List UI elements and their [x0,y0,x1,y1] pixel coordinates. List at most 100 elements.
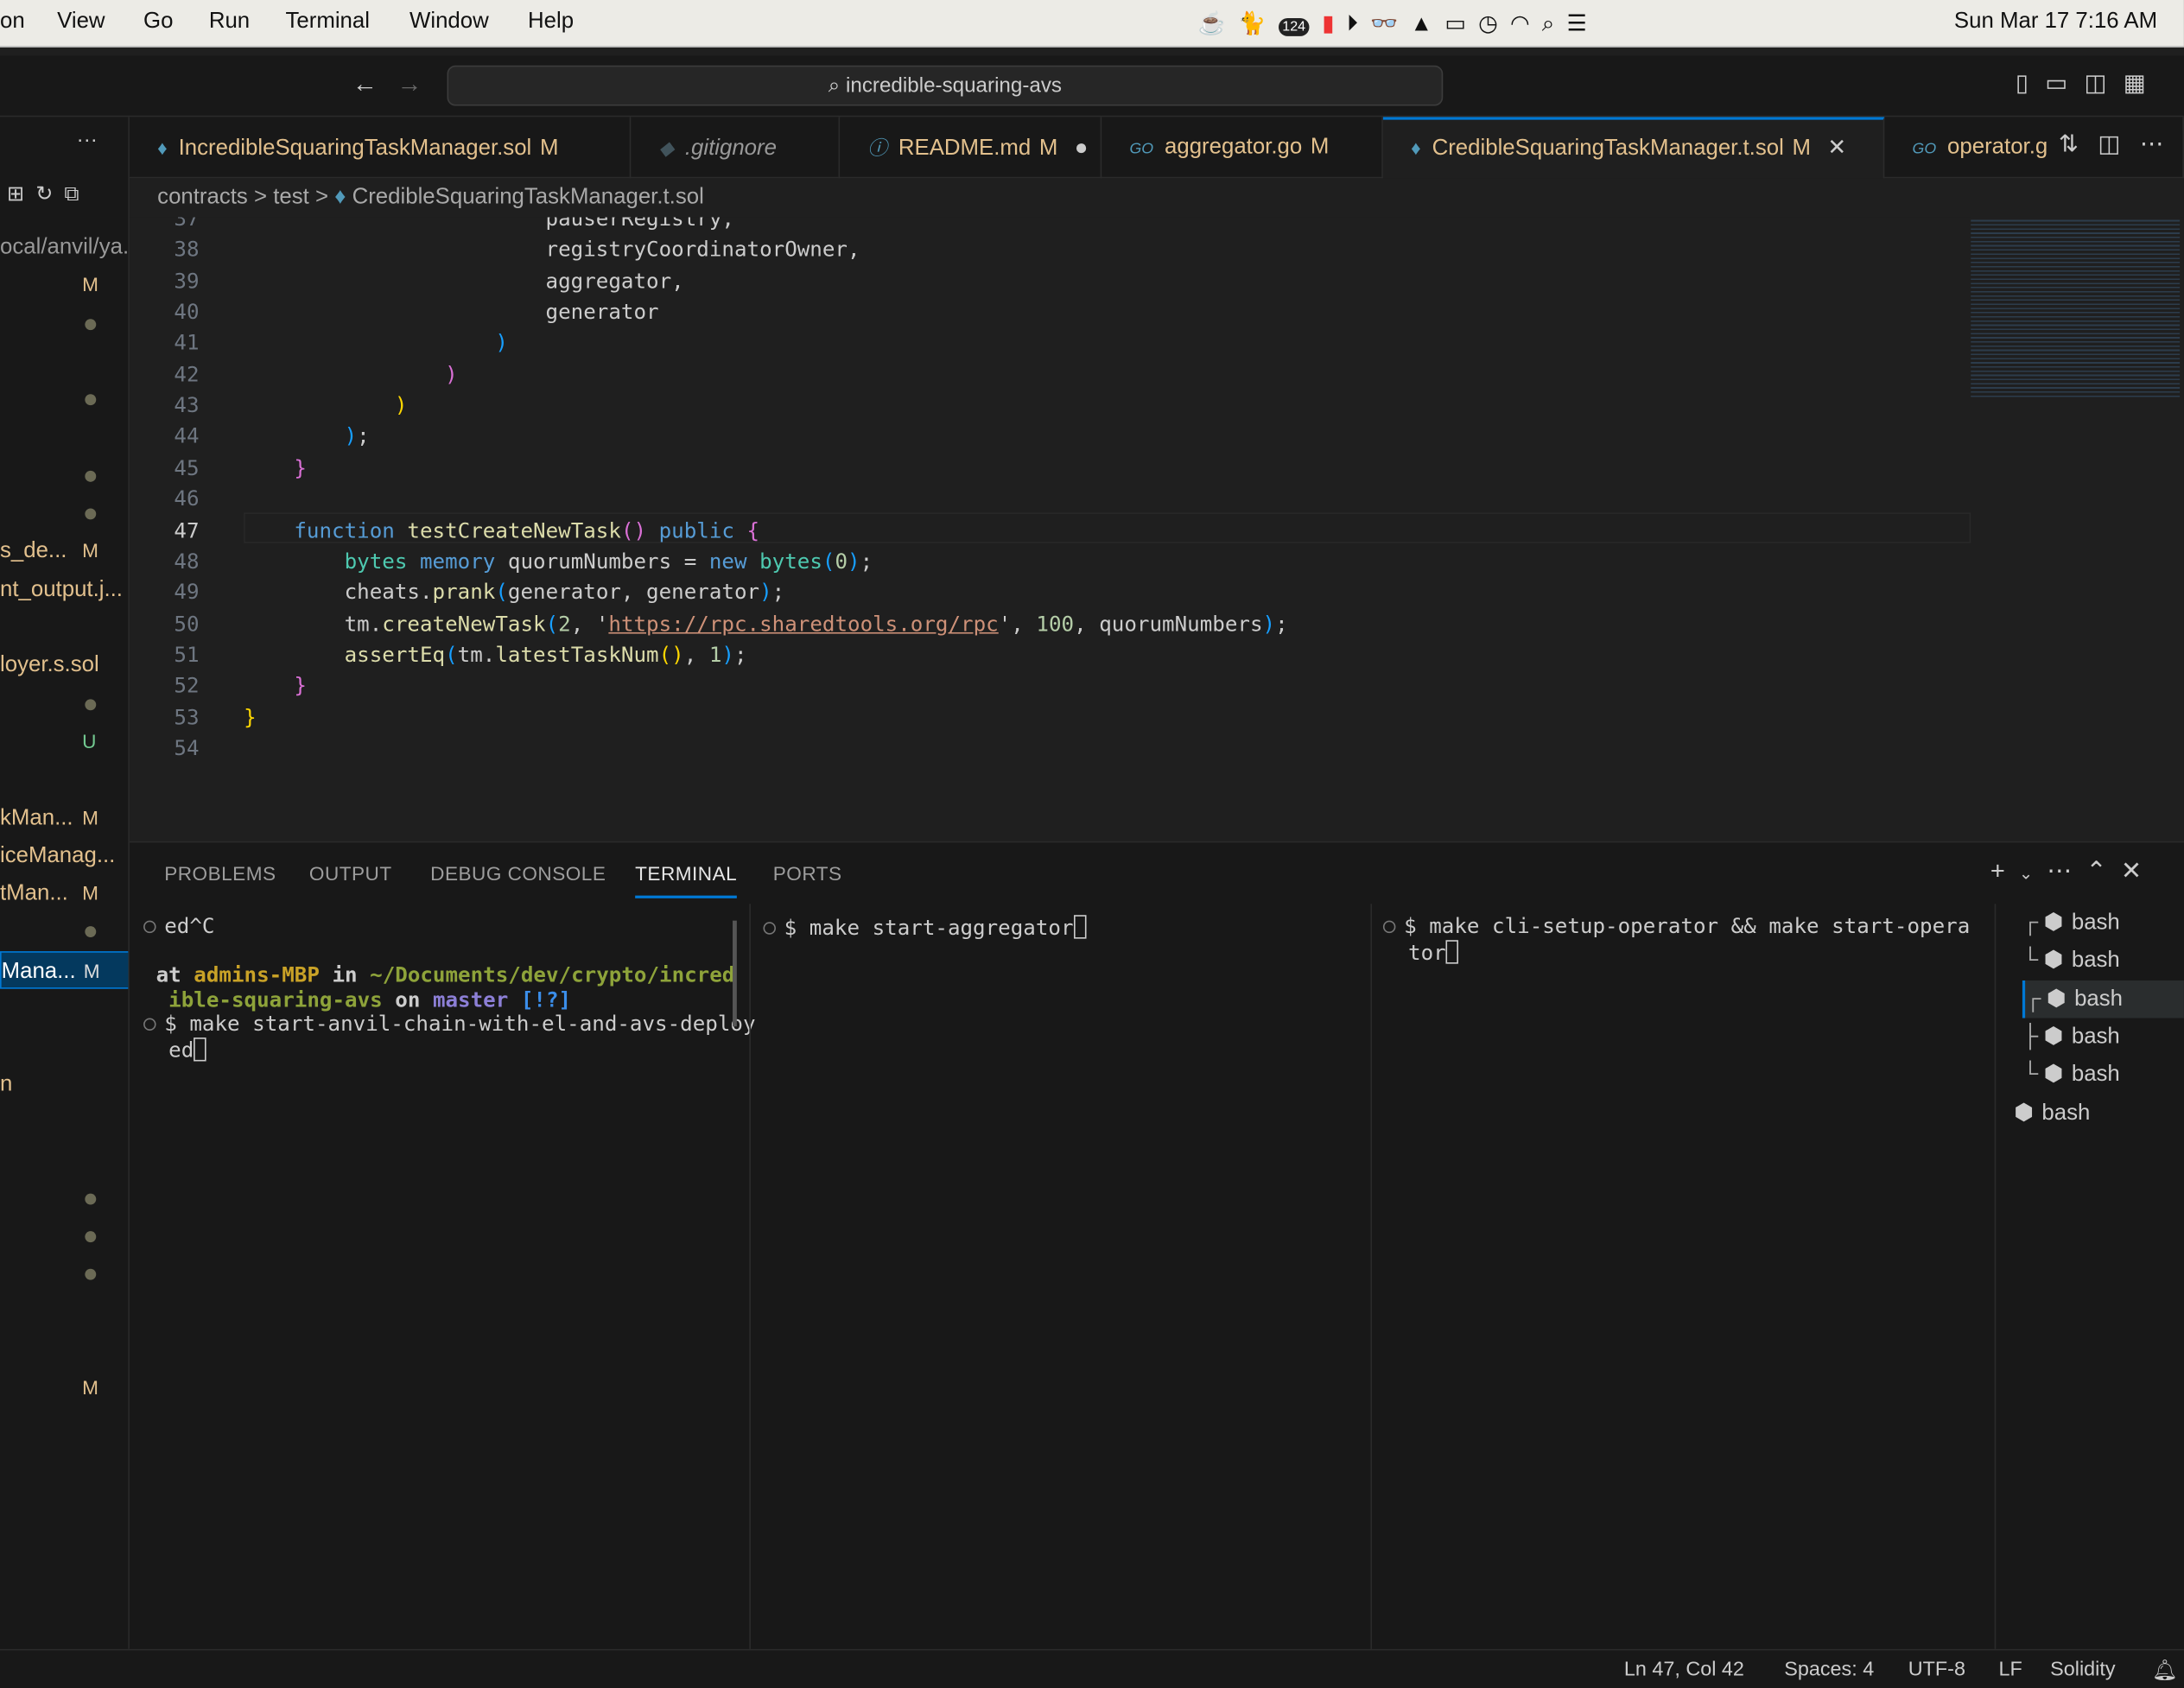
code-token: ( [495,579,508,605]
terminal-instance[interactable]: └ ⬢ bash [2022,1056,2184,1094]
explorer-item[interactable]: U [0,723,128,761]
tab-aggregator-go[interactable]: GO aggregator.go M [1102,117,1383,179]
explorer-actions-icon[interactable]: ⊞↻⧉ [7,181,91,206]
menu-terminal[interactable]: Terminal [286,10,370,35]
explorer-item[interactable] [0,1027,128,1065]
explorer-item[interactable] [0,342,128,380]
explorer-item[interactable] [0,494,128,532]
explorer-item[interactable] [0,989,128,1027]
explorer-item[interactable]: loyer.s.sol [0,647,128,685]
chevron-down-icon[interactable]: ⌄ [2019,864,2047,884]
menu-view[interactable]: View [57,10,105,35]
explorer-item[interactable] [0,1293,128,1331]
explorer-item[interactable] [0,1217,128,1255]
menu-run[interactable]: Run [209,10,250,35]
terminal-instance[interactable]: ⬢ bash [2014,1094,2175,1132]
language-mode[interactable]: Solidity [2050,1659,2115,1681]
explorer-item[interactable]: Mana... M [0,950,129,989]
line-number: 41 [174,330,200,356]
breadcrumb-test[interactable]: test [273,185,309,208]
status-icons[interactable]: ☕ 🐈 124 ▮ ⏵ 👓 ▲ ▭ ◷ ◠ ⌕ ☰ [1197,10,1586,37]
tab-debug-console[interactable]: DEBUG CONSOLE [430,862,606,885]
file-name: n [0,1071,13,1096]
terminal-instance[interactable]: ├ ⬢ bash [2022,1018,2184,1056]
tab-problems[interactable]: PROBLEMS [164,862,276,885]
code-editor[interactable]: 37 pauserRegistry, 38 registryCoordinator… [129,217,2184,841]
explorer-item[interactable] [0,1179,128,1217]
plus-icon[interactable]: + [1990,857,2019,885]
terminal-actions[interactable]: +⌄⋯⌃✕ [1990,857,2155,886]
explorer-item[interactable]: M [0,266,128,304]
git-status-badge: M [1792,136,1811,161]
explorer-item[interactable]: kMan... M [0,799,128,837]
explorer-item[interactable] [0,1255,128,1293]
indentation[interactable]: Spaces: 4 [1784,1659,1874,1681]
line-number: 39 [174,268,200,294]
tab-ports[interactable]: PORTS [773,862,842,885]
explorer-item[interactable] [0,304,128,342]
layout-icons[interactable]: ▯▭◫▦ [2016,70,2162,98]
terminal-2[interactable]: $ make start-aggregator [763,915,1087,941]
tab-label: operator.g [1947,135,2048,159]
command-center-search[interactable]: ⌕ incredible-squaring-avs [447,65,1444,106]
explorer-item[interactable] [0,761,128,799]
tab-output[interactable]: OUTPUT [309,862,392,885]
maximize-icon[interactable]: ⌃ [2086,857,2120,885]
code-token: cheats. [244,579,433,605]
code-token: memory [419,548,496,574]
close-icon[interactable]: ✕ [2121,857,2155,885]
editor-actions[interactable]: ⇅◫⋯ [2058,130,2183,159]
menu-help[interactable]: Help [528,10,574,35]
minimap[interactable] [1971,217,2181,399]
terminal-instance[interactable]: ┌ ⬢ bash [2022,980,2184,1018]
explorer-item[interactable] [0,456,128,494]
explorer-item[interactable] [0,1141,128,1179]
menu-partial[interactable]: on [0,10,25,35]
terminal-text: ed^C [164,913,215,939]
terminal-3[interactable]: $ make cli-setup-operator && make start-… [1382,914,1970,965]
explorer-item[interactable]: ocal/anvil/ya... [0,228,128,266]
menu-window[interactable]: Window [410,10,489,35]
tab--gitignore[interactable]: ◆ .gitignore [631,117,841,179]
encoding[interactable]: UTF-8 [1908,1659,1965,1681]
explorer-item[interactable]: s_de... M [0,532,128,570]
explorer-item[interactable]: tMan... M [0,875,128,913]
more-actions-icon[interactable]: ··· [77,128,98,151]
bell-icon[interactable]: 🔔︎ [2152,1659,2178,1683]
forward-icon[interactable]: → [397,70,422,99]
terminal-instance[interactable]: ┌ ⬢ bash [2022,904,2184,942]
unsaved-dot-icon[interactable]: ● [1075,136,1089,160]
more-icon[interactable]: ⋯ [2047,857,2086,885]
terminal-scrollbar[interactable] [733,920,737,1027]
explorer-item[interactable] [0,1103,128,1141]
breadcrumb-file[interactable]: CredibleSquaringTaskManager.t.sol [352,185,704,208]
explorer-item[interactable] [0,1331,128,1369]
explorer-item[interactable] [0,685,128,723]
menu-go[interactable]: Go [143,10,173,35]
tab-terminal[interactable]: TERMINAL [635,862,738,898]
cursor-position[interactable]: Ln 47, Col 42 [1624,1659,1744,1681]
explorer-item[interactable]: M [0,1369,128,1407]
explorer-item[interactable]: n [0,1065,128,1103]
explorer-item[interactable]: nt_output.j... [0,570,128,608]
explorer-item[interactable]: iceManag... [0,837,128,875]
explorer-item[interactable] [0,418,128,456]
explorer-item[interactable] [0,380,128,418]
tab-incrediblesquaringtaskmanager-sol[interactable]: ♦ IncredibleSquaringTaskManager.sol M [130,117,632,179]
terminal-instance[interactable]: └ ⬢ bash [2022,942,2184,980]
breadcrumb-contracts[interactable]: contracts [157,185,248,208]
back-icon[interactable]: ← [352,70,378,99]
tab-crediblesquaringtaskmanager-t-sol[interactable]: ♦ CredibleSquaringTaskManager.t.sol M ✕ [1382,117,1885,179]
tab-readme-md[interactable]: ⓘ README.md M ● [840,117,1102,179]
line-ending[interactable]: LF [1999,1659,2022,1681]
terminal-1[interactable]: ed^C at admins-MBP in ~/Documents/dev/cr… [143,913,756,1063]
explorer-item[interactable] [0,913,128,951]
explorer-item[interactable] [0,609,128,647]
code-token: , quorumNumbers [1074,611,1263,637]
close-tab-icon[interactable]: ✕ [1827,136,1846,160]
